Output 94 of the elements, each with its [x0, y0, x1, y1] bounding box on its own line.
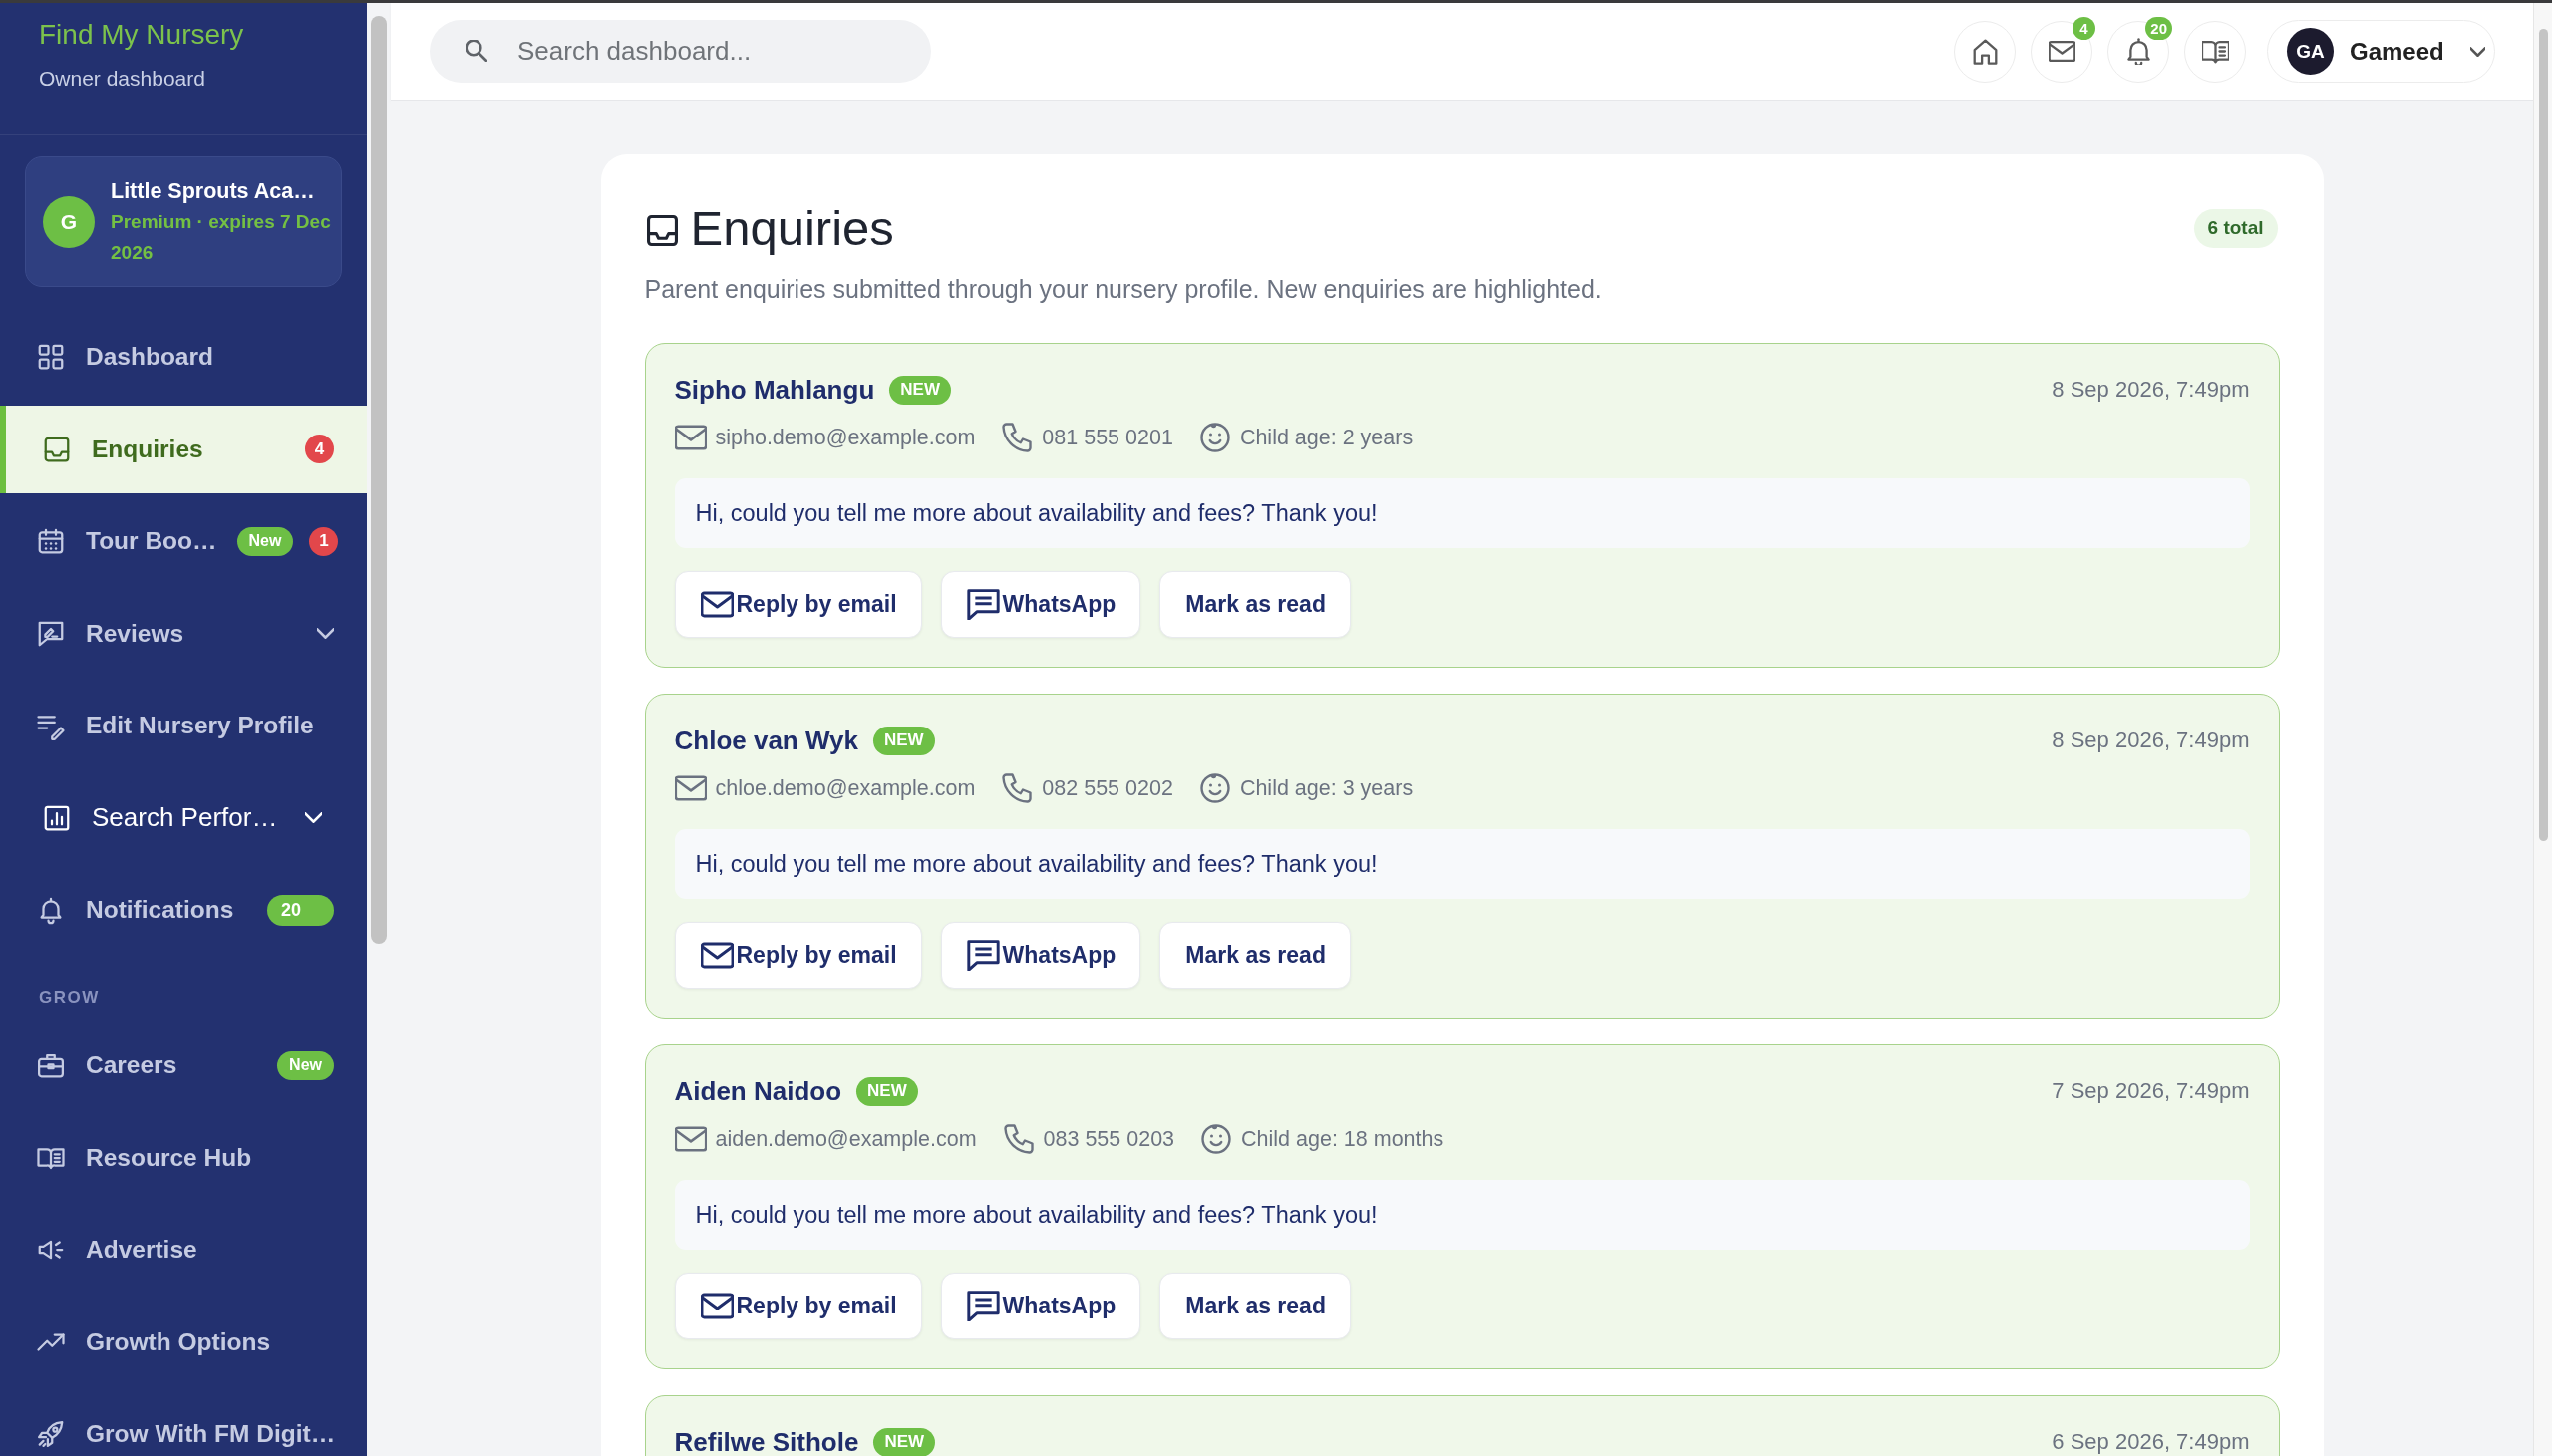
- child-age-text: Child age: 2 years: [1239, 425, 1414, 450]
- enquiry-message: Hi, could you tell me more about availability and fees? Thank you!: [674, 1180, 2250, 1250]
- enquiry-date: 6 Sep 2026, 7:49pm: [2052, 1429, 2250, 1455]
- calendar-icon: [36, 526, 66, 556]
- action-button[interactable]: Mark as read: [1159, 1273, 1351, 1339]
- brand-name[interactable]: Find My Nursery: [39, 18, 328, 52]
- smiley-face-icon: [1200, 1124, 1233, 1154]
- book-icon: [2201, 38, 2229, 65]
- action-button[interactable]: Mark as read: [1159, 571, 1351, 638]
- new-badge: New: [277, 1050, 334, 1080]
- search-icon: [466, 40, 487, 62]
- new-badge: NEW: [856, 1076, 918, 1106]
- mail-icon: [674, 423, 707, 452]
- nursery-card[interactable]: G Little Sprouts Aca… Premium · expires 7 Dec 2026: [25, 156, 342, 287]
- new-badge: NEW: [889, 375, 951, 405]
- sidebar-item[interactable]: Growth Options: [0, 1298, 367, 1386]
- count-badge: 4: [305, 435, 334, 463]
- mail-icon: [700, 589, 734, 620]
- section-label: GROW: [38, 987, 101, 1009]
- sender-name: Chloe van Wyk: [674, 725, 858, 756]
- action-button[interactable]: Mark as read: [1159, 922, 1351, 989]
- search-field[interactable]: Search dashboard...: [430, 20, 931, 83]
- inbox-icon: [646, 214, 678, 246]
- rocket-icon: [36, 1419, 66, 1449]
- mail-icon: [674, 773, 707, 803]
- phone-icon: [1001, 423, 1034, 452]
- sidebar-item[interactable]: Reviews: [0, 589, 367, 678]
- total-count: 6 total: [2193, 208, 2278, 248]
- child-age-text: Child age: 18 months: [1241, 1126, 1444, 1152]
- count-badge: 20: [2145, 16, 2172, 40]
- sidebar-item[interactable]: Notifications 20: [0, 866, 367, 954]
- phone-icon: [1002, 1124, 1035, 1154]
- sender-name: Aiden Naidoo: [674, 1075, 842, 1107]
- chat-icon: [966, 940, 1000, 971]
- nursery-plan: Premium · expires 7 Dec 2026: [111, 209, 331, 265]
- email-text: chloe.demo@example.com: [715, 775, 976, 801]
- nursery-name: Little Sprouts Aca…: [111, 177, 316, 205]
- chat-icon: [966, 1291, 1000, 1321]
- user-avatar: GA: [2287, 28, 2334, 75]
- count-badge: 20: [267, 894, 334, 926]
- child-age-text: Child age: 3 years: [1239, 775, 1414, 801]
- sender-name: Sipho Mahlangu: [674, 374, 875, 406]
- phone-icon: [1001, 773, 1034, 803]
- mail-icon: [700, 1291, 734, 1321]
- scrollbar-thumb[interactable]: [2539, 29, 2548, 841]
- sidebar-item[interactable]: Enquiries 4: [0, 405, 367, 493]
- email-text: aiden.demo@example.com: [715, 1126, 977, 1152]
- sidebar-item[interactable]: Resource Hub: [0, 1113, 367, 1202]
- action-button[interactable]: Reply by email: [674, 922, 922, 989]
- sidebar-item[interactable]: Edit Nursery Profile: [0, 682, 367, 769]
- brand-subtitle: Owner dashboard: [39, 66, 206, 92]
- sidebar-item[interactable]: Careers New: [0, 1021, 367, 1109]
- bell-icon: [2124, 38, 2152, 65]
- chevron-down-icon: [2469, 46, 2485, 57]
- sender-name: Refilwe Sithole: [674, 1426, 859, 1456]
- count-badge: 4: [2073, 16, 2095, 40]
- new-badge: NEW: [872, 726, 935, 755]
- sidebar-item[interactable]: Search Perfor…: [0, 773, 367, 862]
- phone-text: 082 555 0202: [1042, 775, 1173, 801]
- sidebar-item[interactable]: Tour Boo… New 1: [0, 497, 367, 585]
- enquiry-message: Hi, could you tell me more about availability and fees? Thank you!: [674, 829, 2250, 899]
- count-badge: 1: [309, 526, 339, 556]
- user-name: Gameed: [2350, 37, 2444, 66]
- sidebar-item[interactable]: Grow With FM Digit…: [0, 1390, 367, 1456]
- nursery-avatar: G: [43, 195, 95, 248]
- enquiry-date: 7 Sep 2026, 7:49pm: [2052, 1078, 2250, 1104]
- enquiry-date: 8 Sep 2026, 7:49pm: [2052, 728, 2250, 753]
- email-text: sipho.demo@example.com: [715, 425, 976, 450]
- page-title: Enquiries: [690, 200, 894, 257]
- action-button[interactable]: Reply by email: [674, 571, 922, 638]
- phone-text: 081 555 0201: [1042, 425, 1173, 450]
- smiley-face-icon: [1198, 423, 1231, 452]
- action-button[interactable]: WhatsApp: [940, 571, 1141, 638]
- action-button[interactable]: Reply by email: [674, 1273, 922, 1339]
- sidebar-item[interactable]: Advertise: [0, 1206, 367, 1294]
- grid-icon: [36, 342, 66, 372]
- enquiry-message: Hi, could you tell me more about availability and fees? Thank you!: [674, 478, 2250, 548]
- chevron-down-icon: [317, 628, 334, 639]
- new-badge: NEW: [873, 1427, 936, 1456]
- new-badge: New: [236, 526, 294, 556]
- page-description: Parent enquiries submitted through your nursery profile. New enquiries are highlighted.: [644, 274, 1603, 305]
- action-button[interactable]: WhatsApp: [940, 922, 1141, 989]
- phone-text: 083 555 0203: [1043, 1126, 1175, 1152]
- home-icon: [1971, 38, 1999, 65]
- enquiry-date: 8 Sep 2026, 7:49pm: [2052, 377, 2250, 403]
- chevron-down-icon: [305, 812, 323, 823]
- sidebar-item[interactable]: Dashboard: [0, 313, 367, 401]
- smiley-face-icon: [1198, 773, 1231, 803]
- mail-icon: [700, 940, 734, 971]
- action-button[interactable]: WhatsApp: [940, 1273, 1141, 1339]
- chat-icon: [966, 589, 1000, 620]
- scrollbar-thumb[interactable]: [371, 16, 387, 944]
- mail-icon: [2048, 38, 2075, 65]
- mail-icon: [674, 1124, 707, 1154]
